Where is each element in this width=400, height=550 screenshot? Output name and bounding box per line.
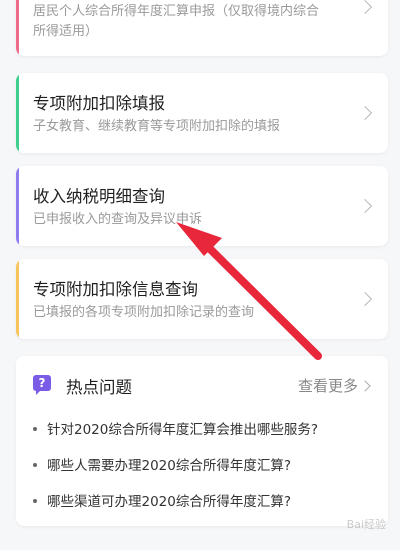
bullet-icon [33, 463, 37, 467]
question-item[interactable]: 哪些人需要办理2020综合所得年度汇算? [33, 454, 291, 474]
watermark-logo: Bai经验 [346, 518, 386, 531]
bullet-icon [33, 499, 37, 503]
chevron-right-icon [359, 380, 371, 392]
card-subtitle: 居民个人综合所得年度汇算申报（仅取得境内综合 所得适用） [33, 4, 320, 39]
question-item[interactable]: 哪些渠道可办理2020综合所得年度汇算? [33, 490, 291, 510]
deduction-fill-card[interactable]: 专项附加扣除填报 子女教育、继续教育等专项附加扣除的填报 [16, 73, 388, 153]
annual-settlement-card[interactable]: 居民个人综合所得年度汇算申报（仅取得境内综合 所得适用） [16, 0, 388, 56]
chevron-right-icon [357, 0, 373, 15]
section-title: 热点问题 [66, 378, 132, 397]
card-title: 收入纳税明细查询 [33, 187, 165, 206]
card-subtitle: 已申报收入的查询及异议申诉 [33, 212, 203, 227]
hot-questions-section: ? 热点问题 查看更多 针对2020综合所得年度汇算会推出哪些服务? 哪些人需要… [16, 356, 388, 526]
bullet-icon [33, 427, 37, 431]
accent-bar [16, 166, 19, 246]
card-title: 专项附加扣除信息查询 [33, 280, 198, 299]
card-title: 专项附加扣除填报 [33, 94, 165, 113]
chevron-right-icon [357, 198, 373, 214]
deduction-info-query-card[interactable]: 专项附加扣除信息查询 已填报的各项专项附加扣除记录的查询 [16, 259, 388, 339]
question-bubble-icon: ? [33, 375, 51, 395]
accent-bar [16, 0, 19, 56]
chevron-right-icon [357, 291, 373, 307]
accent-bar [16, 73, 19, 153]
view-more-link[interactable]: 查看更多 [298, 375, 358, 396]
accent-bar [16, 259, 19, 339]
question-item[interactable]: 针对2020综合所得年度汇算会推出哪些服务? [33, 418, 318, 438]
card-subtitle: 子女教育、继续教育等专项附加扣除的填报 [33, 119, 281, 134]
chevron-right-icon [357, 105, 373, 121]
income-tax-query-card[interactable]: 收入纳税明细查询 已申报收入的查询及异议申诉 [16, 166, 388, 246]
card-subtitle: 已填报的各项专项附加扣除记录的查询 [33, 305, 255, 320]
